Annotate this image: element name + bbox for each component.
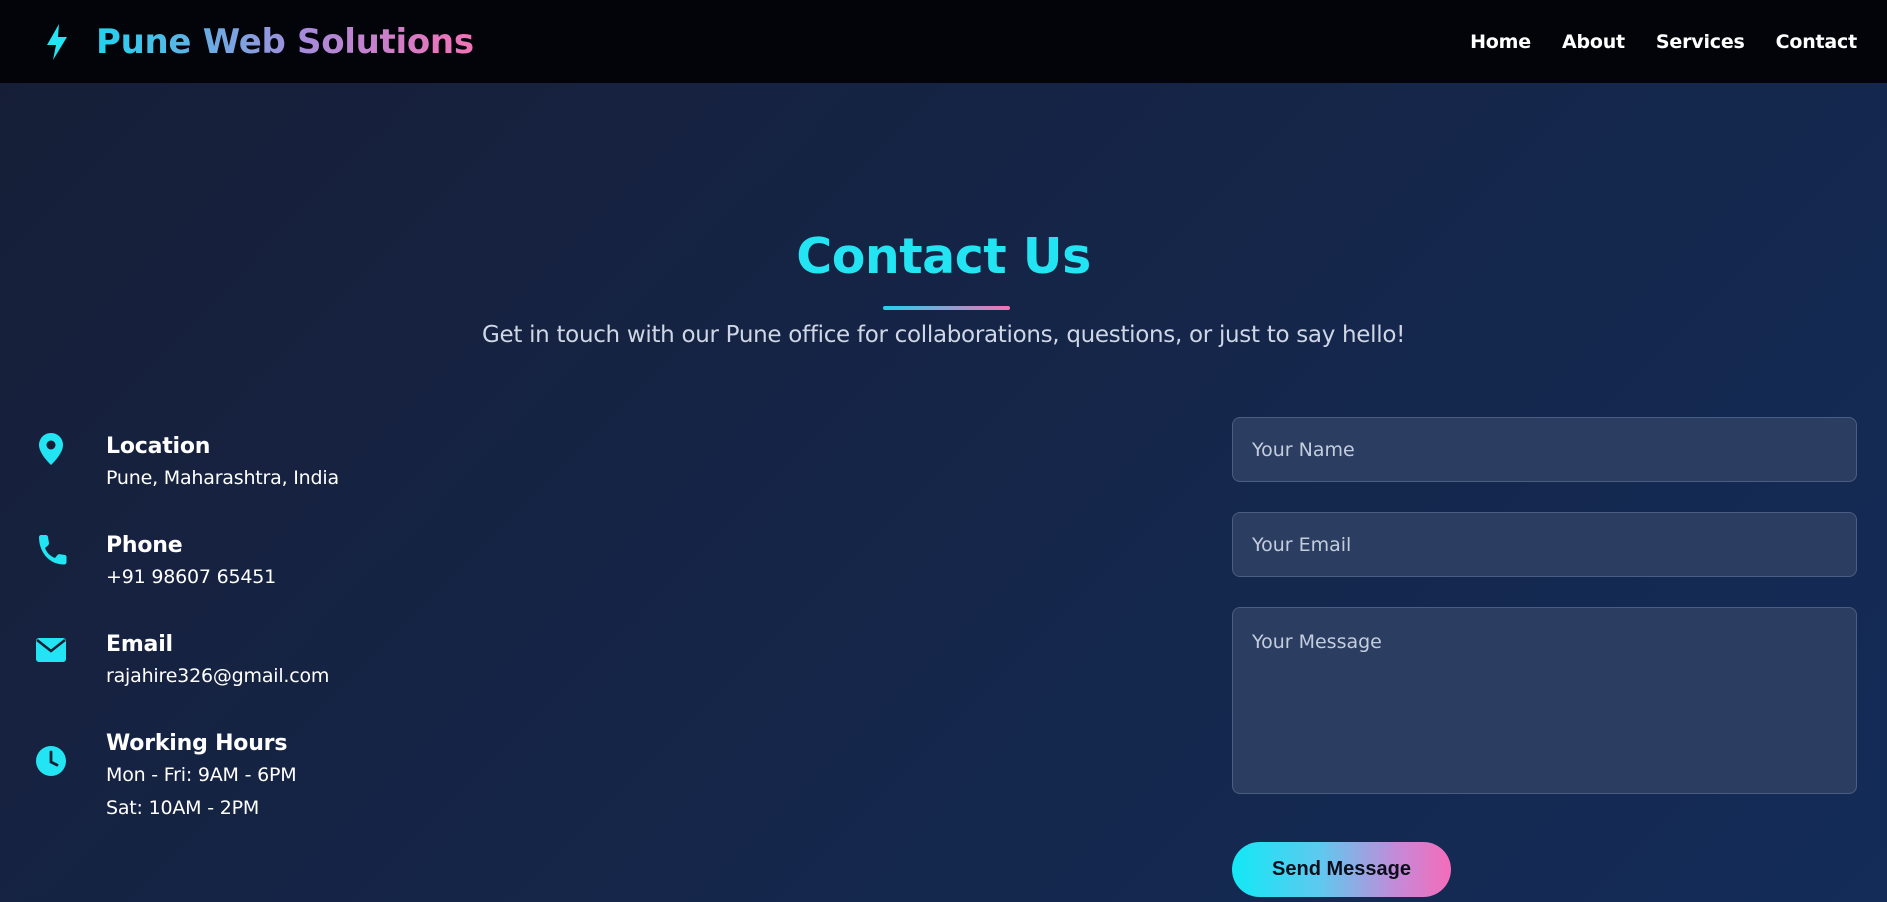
map-pin-icon xyxy=(34,432,68,466)
contact-label: Working Hours xyxy=(106,731,288,756)
contact-info-hours: Working Hours Mon - Fri: 9AM - 6PM Sat: … xyxy=(34,729,297,819)
contact-value: Mon - Fri: 9AM - 6PM xyxy=(106,764,297,786)
nav-link-home[interactable]: Home xyxy=(1470,31,1531,53)
email-input[interactable] xyxy=(1232,512,1857,577)
contact-value: +91 98607 65451 xyxy=(106,566,277,588)
nav-link-services[interactable]: Services xyxy=(1656,31,1745,53)
brand-title: Pune Web Solutions xyxy=(96,21,474,62)
contact-info-phone: Phone +91 98607 65451 xyxy=(34,531,276,588)
page-title: Contact Us xyxy=(796,228,1091,285)
envelope-icon xyxy=(34,633,68,667)
contact-value: Pune, Maharashtra, India xyxy=(106,467,339,489)
contact-info-email: Email rajahire326@gmail.com xyxy=(34,630,329,687)
nav-link-contact[interactable]: Contact xyxy=(1776,31,1858,53)
title-underline xyxy=(883,306,1010,310)
brand[interactable]: Pune Web Solutions xyxy=(44,22,474,62)
contact-label: Email xyxy=(106,632,173,657)
name-input[interactable] xyxy=(1232,417,1857,482)
nav-link-about[interactable]: About xyxy=(1562,31,1625,53)
page-subtitle: Get in touch with our Pune office for co… xyxy=(481,322,1406,348)
lightning-bolt-icon xyxy=(44,22,74,62)
send-message-button[interactable]: Send Message xyxy=(1232,842,1451,897)
contact-info-location: Location Pune, Maharashtra, India xyxy=(34,432,339,489)
contact-value: rajahire326@gmail.com xyxy=(106,665,330,687)
phone-icon xyxy=(34,533,68,567)
nav-links: Home About Services Contact xyxy=(1470,31,1857,53)
navbar: Pune Web Solutions Home About Services C… xyxy=(0,0,1887,83)
clock-icon xyxy=(34,744,68,778)
contact-value: Sat: 10AM - 2PM xyxy=(106,797,260,819)
message-textarea[interactable] xyxy=(1232,607,1857,794)
contact-label: Location xyxy=(106,434,211,459)
contact-label: Phone xyxy=(106,533,183,558)
